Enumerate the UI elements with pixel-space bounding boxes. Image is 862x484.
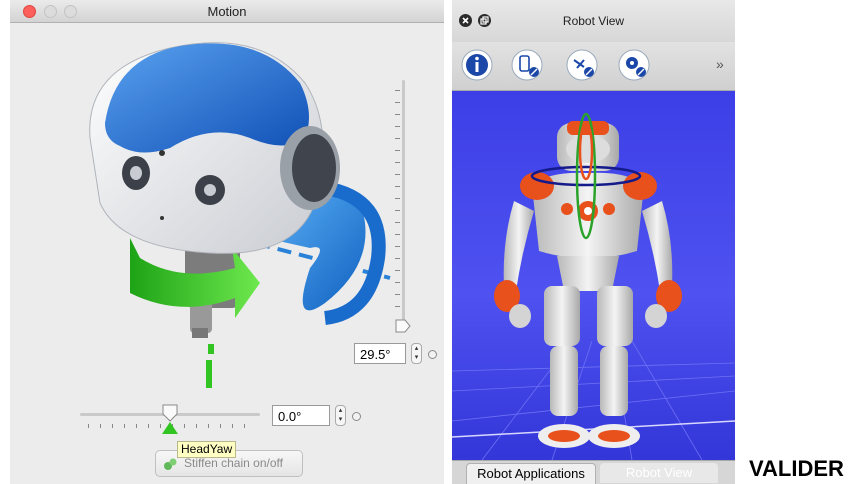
yaw-indicator-icon <box>162 422 178 434</box>
settings-icon[interactable] <box>617 48 651 82</box>
robot-3d-viewport[interactable] <box>452 91 735 460</box>
stiffen-chain-label: Stiffen chain on/off <box>184 456 283 470</box>
pitch-reset-dot[interactable] <box>428 350 437 359</box>
yaw-reset-dot[interactable] <box>352 412 361 421</box>
toolbar-overflow-icon[interactable]: » <box>716 56 724 72</box>
robot-view-window: Robot View » Robot Applications Robot Vi… <box>452 0 735 484</box>
info-icon[interactable] <box>460 48 494 82</box>
pitch-stepper[interactable]: ▴ ▾ <box>411 343 422 364</box>
tool-icon[interactable] <box>565 48 599 82</box>
tab-robot-view[interactable]: Robot View <box>600 463 718 483</box>
yaw-slider-knob[interactable] <box>162 404 178 422</box>
motion-window: Motion 29.5° ▴ ▾ 0.0° ▴ ▾ Stiffen chain … <box>10 0 445 484</box>
valider-caption: VALIDER <box>749 456 844 481</box>
headyaw-tooltip: HeadYaw <box>177 441 237 458</box>
yaw-value-field[interactable]: 0.0° <box>272 405 330 426</box>
robot-view-toolbar: » <box>452 42 735 91</box>
pitch-slider[interactable] <box>392 80 414 333</box>
yaw-stepper[interactable]: ▴ ▾ <box>335 405 346 426</box>
pitch-slider-knob[interactable] <box>395 319 411 333</box>
window-separator <box>444 0 452 484</box>
robot-view-titlebar: Robot View <box>452 0 735 42</box>
motion-titlebar: Motion <box>10 0 444 23</box>
pitch-slider-track[interactable] <box>402 80 405 330</box>
tab-robot-applications[interactable]: Robot Applications <box>466 463 596 484</box>
yaw-slider[interactable] <box>80 404 260 434</box>
motion-window-title: Motion <box>207 4 247 19</box>
pitch-value-field[interactable]: 29.5° <box>354 343 406 364</box>
joint-icon[interactable] <box>510 48 544 82</box>
robot-view-title: Robot View <box>562 14 625 28</box>
robot-head-illustration <box>89 42 391 388</box>
robot-view-tabbar: Robot Applications Robot View <box>452 460 735 484</box>
gear-icon <box>164 458 177 470</box>
